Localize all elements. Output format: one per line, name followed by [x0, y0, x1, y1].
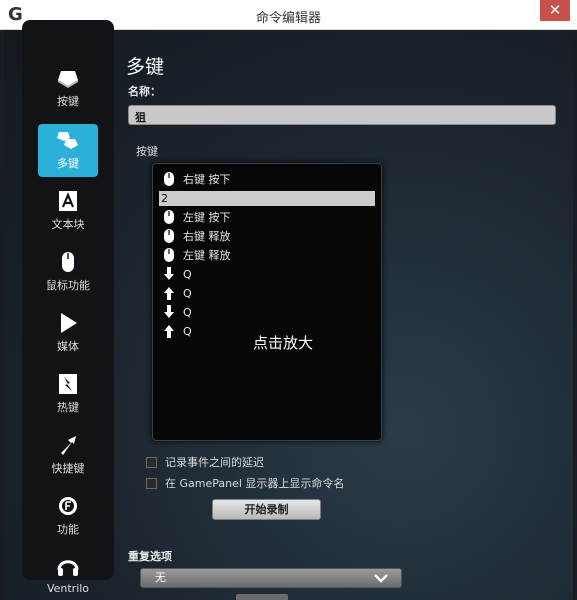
- repeat-options-label: 重复选项: [128, 550, 172, 563]
- sidebar-item-label: Ventrilo: [46, 582, 90, 595]
- function-gear-icon: [59, 497, 77, 515]
- mouse-icon: [164, 248, 174, 262]
- sidebar-item-mouse-function[interactable]: 鼠标功能: [38, 246, 98, 299]
- name-input[interactable]: 狙: [128, 105, 556, 125]
- list-item-label: 右键 按下: [183, 173, 231, 186]
- list-item[interactable]: Q: [163, 305, 373, 323]
- list-item[interactable]: 右键 按下: [163, 172, 373, 190]
- partial-control: [236, 594, 288, 600]
- list-item-label: Q: [183, 325, 192, 338]
- sidebar-item-label: 媒体: [57, 340, 79, 353]
- list-item[interactable]: 左键 按下: [163, 210, 373, 228]
- sidebar-item-label: 文本块: [51, 218, 85, 231]
- list-item-label: 左键 释放: [183, 249, 231, 262]
- list-item[interactable]: 左键 释放: [163, 248, 373, 266]
- sidebar-item-hotkey[interactable]: 热键: [38, 368, 98, 421]
- sidebar-item-keystroke[interactable]: 按键: [38, 62, 98, 115]
- section-title: 多键: [126, 56, 165, 78]
- sidebar-item-label: 功能: [57, 523, 79, 536]
- sidebar-item-ventrilo[interactable]: Ventrilo: [38, 551, 98, 600]
- list-item-label: Q: [183, 287, 192, 300]
- start-recording-button[interactable]: 开始录制: [212, 499, 321, 520]
- mouse-icon: [164, 229, 174, 243]
- shortcut-arrow-icon: [61, 436, 76, 455]
- key-icon: [58, 71, 78, 88]
- sidebar-item-label: 多键: [57, 157, 79, 170]
- list-item[interactable]: Q: [163, 267, 373, 285]
- chevron-down-icon: [374, 574, 388, 583]
- sidebar-item-multikey[interactable]: 多键: [38, 124, 98, 177]
- record-delay-label: 记录事件之间的延迟: [165, 456, 264, 469]
- record-delay-checkbox[interactable]: [146, 457, 157, 468]
- sidebar-item-function[interactable]: 功能: [38, 490, 98, 543]
- gamepanel-checkbox[interactable]: [146, 478, 157, 489]
- gamepanel-label: 在 GamePanel 显示器上显示命令名: [165, 477, 345, 490]
- list-item-label: 右键 释放: [183, 230, 231, 243]
- sidebar-item-label: 按键: [57, 95, 79, 108]
- repeat-options-select[interactable]: 无: [140, 568, 402, 588]
- media-play-icon: [61, 313, 77, 333]
- mouse-icon: [164, 172, 174, 186]
- key-up-arrow-icon: [164, 287, 174, 300]
- key-down-arrow-icon: [164, 267, 174, 280]
- sidebar-item-label: 鼠标功能: [46, 279, 90, 292]
- sidebar-item-shortcut[interactable]: 快捷键: [38, 429, 98, 482]
- close-button[interactable]: ✕: [540, 0, 570, 21]
- sidebar-item-text-block[interactable]: 文本块: [38, 185, 98, 238]
- multikey-icon: [57, 132, 78, 149]
- sidebar: 按键 多键 文本块 鼠标功能 媒体 热键 快捷键 功能 Ventrilo: [22, 20, 114, 595]
- sidebar-item-label: 热键: [57, 401, 79, 414]
- keys-label: 按键: [136, 145, 158, 158]
- gamepanel-option[interactable]: 在 GamePanel 显示器上显示命令名: [146, 475, 344, 491]
- repeat-selected-value: 无: [155, 571, 166, 584]
- key-down-arrow-icon: [164, 305, 174, 318]
- list-item-label: 左键 按下: [183, 211, 231, 224]
- sidebar-item-media[interactable]: 媒体: [38, 307, 98, 360]
- key-events-list[interactable]: 右键 按下 2 左键 按下 右键 释放 左键 释放 Q Q Q Q 点击放大: [152, 163, 382, 441]
- list-item-label: Q: [183, 306, 192, 319]
- list-item-label: Q: [183, 268, 192, 281]
- record-delay-option[interactable]: 记录事件之间的延迟: [146, 454, 264, 470]
- name-label: 名称：: [128, 85, 161, 98]
- mouse-icon: [62, 252, 74, 272]
- zoom-hint-watermark: 点击放大: [253, 334, 314, 352]
- key-edit-field[interactable]: 2: [159, 191, 375, 206]
- headset-icon: [57, 560, 79, 576]
- sidebar-item-label: 快捷键: [51, 462, 85, 475]
- list-item[interactable]: 右键 释放: [163, 229, 373, 247]
- hotkey-icon: [59, 374, 77, 394]
- key-up-arrow-icon: [164, 325, 174, 338]
- mouse-icon: [164, 210, 174, 224]
- text-block-icon: [59, 191, 77, 211]
- list-item[interactable]: Q: [163, 286, 373, 304]
